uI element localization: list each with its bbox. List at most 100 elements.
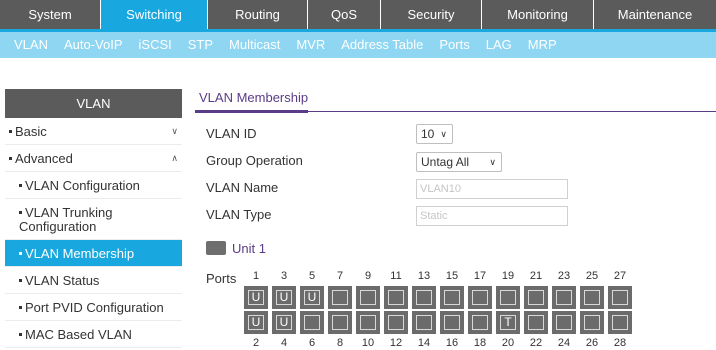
port-number-label: 14 <box>417 337 431 349</box>
bullet-icon <box>19 279 22 283</box>
port-number-label: 8 <box>336 337 344 349</box>
port-button[interactable]: U <box>244 286 268 309</box>
sidebar-item-advanced[interactable]: Advanced ∧ <box>5 145 182 172</box>
tab-routing[interactable]: Routing <box>208 0 307 29</box>
tab-monitoring[interactable]: Monitoring <box>482 0 593 29</box>
chevron-down-icon: ∨ <box>489 157 496 167</box>
port-button[interactable] <box>608 311 632 334</box>
port-button[interactable] <box>412 286 436 309</box>
port-button[interactable] <box>356 311 380 334</box>
port-button[interactable] <box>580 286 604 309</box>
port-button[interactable] <box>328 286 352 309</box>
port-status <box>388 315 404 330</box>
port-button[interactable] <box>468 286 492 309</box>
tab-qos[interactable]: QoS <box>308 0 380 29</box>
subtab-mvr[interactable]: MVR <box>288 32 333 58</box>
port-button[interactable] <box>300 311 324 334</box>
port-number-label: 16 <box>445 337 459 349</box>
port-button[interactable] <box>552 286 576 309</box>
vlan-id-select[interactable]: 10 ∨ <box>416 124 453 144</box>
port-button[interactable]: U <box>300 286 324 309</box>
port-number-label: 2 <box>252 337 260 349</box>
subtab-mrp[interactable]: MRP <box>520 32 565 58</box>
port-number-label: 11 <box>390 270 402 282</box>
port-number-label: 4 <box>280 337 288 349</box>
port-button[interactable]: U <box>244 311 268 334</box>
bullet-icon <box>19 333 22 337</box>
port-button[interactable]: U <box>272 286 296 309</box>
sidebar-item-label: VLAN Membership <box>25 246 135 261</box>
sidebar-item-port-pvid-configuration[interactable]: Port PVID Configuration <box>5 294 182 321</box>
sidebar-item-vlan-trunking-configuration[interactable]: VLAN Trunking Configuration <box>5 199 182 240</box>
port-status <box>612 290 628 305</box>
port-button[interactable] <box>356 286 380 309</box>
port-button[interactable] <box>468 311 492 334</box>
tab-switching[interactable]: Switching <box>101 0 207 29</box>
port-status: U <box>304 290 320 305</box>
port-status <box>444 290 460 305</box>
port-button[interactable] <box>524 311 548 334</box>
sidebar-item-label: Basic <box>15 124 47 139</box>
port-status <box>304 315 320 330</box>
vlan-id-value: 10 <box>421 127 435 141</box>
port-number-label: 27 <box>613 270 627 282</box>
port-status: U <box>248 315 264 330</box>
port-button[interactable] <box>608 286 632 309</box>
port-button[interactable] <box>384 311 408 334</box>
port-button[interactable] <box>384 286 408 309</box>
sidebar-item-vlan-configuration[interactable]: VLAN Configuration <box>5 172 182 199</box>
port-number-label: 12 <box>389 337 403 349</box>
port-button[interactable] <box>440 311 464 334</box>
port-status <box>584 315 600 330</box>
vlan-type-field[interactable]: Static <box>416 206 568 226</box>
port-button[interactable]: T <box>496 311 520 334</box>
port-status <box>332 290 348 305</box>
port-number-label: 26 <box>585 337 599 349</box>
subtab-lag[interactable]: LAG <box>478 32 520 58</box>
port-button[interactable] <box>580 311 604 334</box>
port-number-label: 23 <box>557 270 571 282</box>
port-status <box>556 315 572 330</box>
subtab-stp[interactable]: STP <box>180 32 221 58</box>
port-status <box>556 290 572 305</box>
port-number-label: 19 <box>501 270 515 282</box>
tab-system[interactable]: System <box>0 0 100 29</box>
subtab-auto-voip[interactable]: Auto-VoIP <box>56 32 131 58</box>
port-status <box>332 315 348 330</box>
port-status <box>360 290 376 305</box>
sidebar-item-mac-based-vlan[interactable]: MAC Based VLAN <box>5 321 182 348</box>
subtab-multicast[interactable]: Multicast <box>221 32 288 58</box>
port-button[interactable] <box>552 311 576 334</box>
port-number-label: 17 <box>473 270 487 282</box>
port-button[interactable] <box>328 311 352 334</box>
port-button[interactable] <box>524 286 548 309</box>
sidebar-item-label: VLAN Trunking Configuration <box>19 205 113 234</box>
bullet-icon <box>9 130 12 134</box>
port-button[interactable] <box>412 311 436 334</box>
port-number-label: 25 <box>585 270 599 282</box>
tab-maintenance[interactable]: Maintenance <box>594 0 716 29</box>
subtab-address-table[interactable]: Address Table <box>333 32 431 58</box>
subtab-iscsi[interactable]: iSCSI <box>131 32 180 58</box>
port-number-label: 28 <box>613 337 627 349</box>
port-number-label: 15 <box>445 270 459 282</box>
sidebar-item-basic[interactable]: Basic ∨ <box>5 118 182 145</box>
sidebar-item-label: Advanced <box>15 151 73 166</box>
bullet-icon <box>19 306 22 310</box>
sidebar-header: VLAN <box>5 89 182 118</box>
sidebar-item-vlan-status[interactable]: VLAN Status <box>5 267 182 294</box>
group-operation-label: Group Operation <box>206 153 303 168</box>
subtab-ports[interactable]: Ports <box>431 32 477 58</box>
port-number-label: 3 <box>280 270 288 282</box>
tab-security[interactable]: Security <box>381 0 481 29</box>
vlan-name-field[interactable]: VLAN10 <box>416 179 568 199</box>
subtab-vlan[interactable]: VLAN <box>0 32 56 58</box>
port-status <box>416 290 432 305</box>
port-button[interactable]: U <box>272 311 296 334</box>
port-button[interactable] <box>496 286 520 309</box>
sidebar-item-vlan-membership[interactable]: VLAN Membership <box>5 240 182 267</box>
group-operation-select[interactable]: Untag All ∨ <box>416 152 502 172</box>
port-number-label: 10 <box>361 337 375 349</box>
port-button[interactable] <box>440 286 464 309</box>
unit-label: Unit 1 <box>232 241 266 256</box>
